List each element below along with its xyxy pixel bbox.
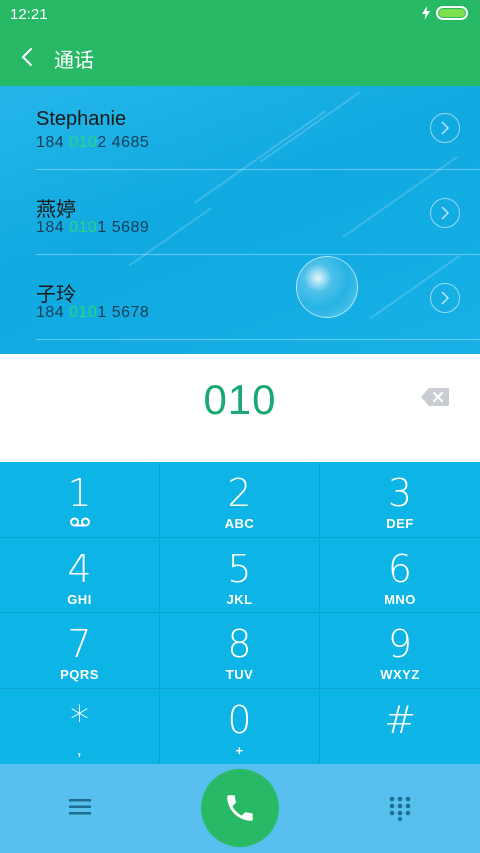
contact-suggestions: Stephanie 184 0102 4685 燕婷 184 0101 5689… <box>0 86 480 354</box>
key-0[interactable]: 0 + <box>160 688 320 764</box>
chevron-left-icon[interactable] <box>18 46 38 68</box>
dialpad-icon[interactable] <box>388 795 412 821</box>
contact-name: Stephanie <box>36 108 127 130</box>
number-match: 010 <box>69 134 98 151</box>
chevron-right-icon <box>441 121 450 135</box>
status-indicators <box>422 6 468 20</box>
status-bar: 12:21 <box>0 0 480 28</box>
key-letters: PQRS <box>60 667 99 682</box>
dialer-bottom-bar <box>0 764 480 853</box>
number-match: 010 <box>69 304 98 321</box>
key-digit: 4 <box>67 546 92 591</box>
key-3[interactable]: 3 DEF <box>320 462 480 538</box>
key-star[interactable]: * , <box>0 688 160 764</box>
suggestion-row[interactable]: 子玲 184 0101 5678 <box>0 256 480 340</box>
key-digit: 9 <box>387 622 413 666</box>
key-6[interactable]: 6 MNO <box>320 538 480 613</box>
key-letters: DEF <box>386 516 414 531</box>
key-letters: , <box>77 742 82 758</box>
key-5[interactable]: 5 JKL <box>160 537 320 613</box>
row-divider <box>36 254 480 255</box>
key-letters: TUV <box>225 667 254 682</box>
key-digit: 7 <box>67 622 92 666</box>
key-letters: MNO <box>384 591 416 607</box>
key-digit: 8 <box>227 622 252 666</box>
key-digit: 6 <box>387 546 413 591</box>
backspace-icon[interactable] <box>420 387 450 407</box>
chevron-right-icon <box>441 291 450 305</box>
charging-icon <box>422 6 430 20</box>
row-divider <box>36 339 480 340</box>
contact-details-button[interactable] <box>430 113 460 143</box>
contact-details-button[interactable] <box>430 283 460 313</box>
contact-number: 184 0101 5689 <box>36 219 150 236</box>
status-time: 12:21 <box>10 6 48 23</box>
key-letters: + <box>235 742 244 758</box>
key-digit: 1 <box>67 471 92 515</box>
dial-keypad: 1 2 ABC 3 DEF 4 GHI 5 JKL 6 MNO 7 PQRS 8… <box>0 462 480 764</box>
key-letters: GHI <box>67 591 92 607</box>
contact-number: 184 0102 4685 <box>36 134 150 151</box>
key-letters: WXYZ <box>380 667 420 682</box>
call-button[interactable] <box>201 769 279 847</box>
app-header: 通话 <box>0 28 480 86</box>
contact-details-button[interactable] <box>430 198 460 228</box>
dialed-number: 010 <box>203 376 277 423</box>
number-match: 010 <box>69 219 98 236</box>
key-hash[interactable]: # <box>320 689 480 765</box>
suggestion-row[interactable]: Stephanie 184 0102 4685 <box>0 86 480 170</box>
key-letters: JKL <box>226 591 253 607</box>
voicemail-icon <box>69 517 90 527</box>
key-8[interactable]: 8 TUV <box>160 613 320 689</box>
battery-icon <box>436 6 468 20</box>
contact-name: 子玲 <box>36 284 76 306</box>
water-bubble-decoration <box>296 256 358 318</box>
suggestion-row[interactable]: 燕婷 184 0101 5689 <box>0 171 480 255</box>
key-4[interactable]: 4 GHI <box>0 537 160 613</box>
key-digit: 5 <box>227 546 252 591</box>
key-letters: ABC <box>224 516 255 531</box>
menu-icon[interactable] <box>69 797 91 817</box>
chevron-right-icon <box>441 206 450 220</box>
key-digit: # <box>384 697 416 742</box>
key-2[interactable]: 2 ABC <box>160 462 320 538</box>
key-digit: 0 <box>227 697 252 742</box>
page-title: 通话 <box>54 50 94 72</box>
dial-display: 010 <box>0 354 480 462</box>
key-9[interactable]: 9 WXYZ <box>320 613 480 689</box>
key-1[interactable]: 1 <box>0 462 160 538</box>
key-7[interactable]: 7 PQRS <box>0 613 160 689</box>
phone-icon <box>227 795 253 821</box>
key-digit: * <box>70 697 89 742</box>
key-digit: 3 <box>387 471 413 515</box>
contact-number: 184 0101 5678 <box>36 304 150 321</box>
contact-name: 燕婷 <box>36 199 76 221</box>
row-divider <box>36 169 480 170</box>
key-digit: 2 <box>227 471 252 515</box>
